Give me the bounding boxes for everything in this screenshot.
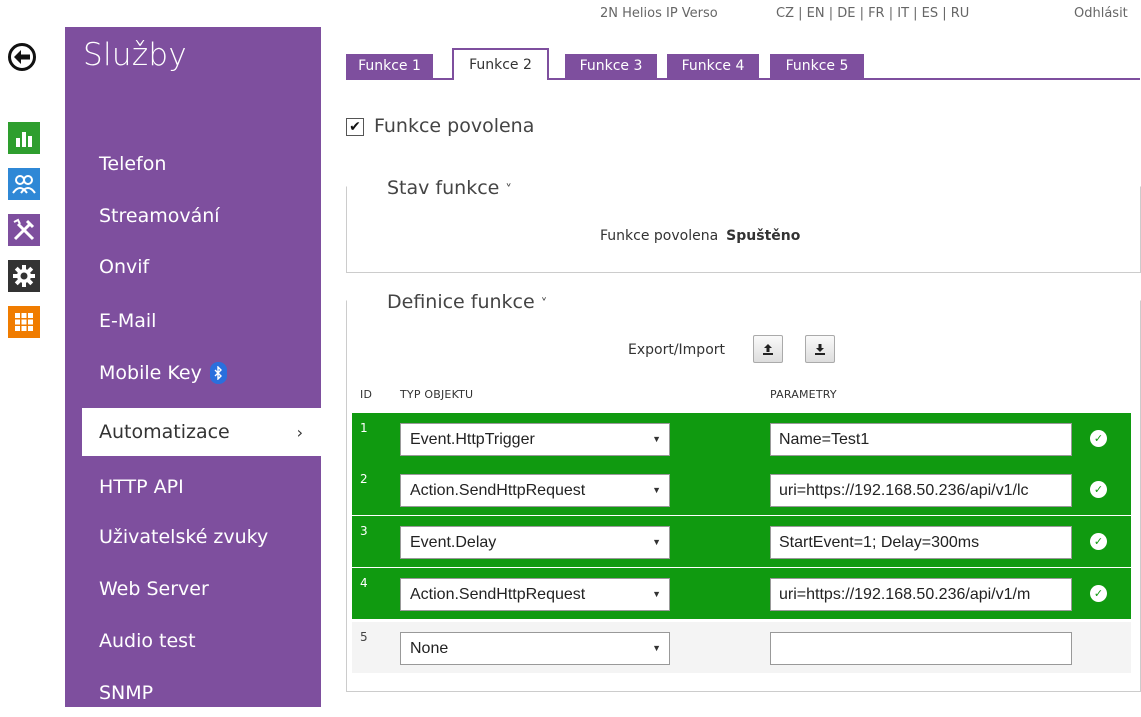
sidebar-item-web-server[interactable]: Web Server [65,565,321,613]
function-enabled-label: Funkce povolena [374,115,535,137]
row-id: 1 [360,421,368,435]
status-section-title[interactable]: Stav funkce ˅ [383,177,516,199]
grid-icon[interactable] [8,306,40,338]
table-row: 4 Action.SendHttpRequest ▼ uri=https://19… [352,568,1131,619]
table-row: 5 None ▼ [352,622,1131,673]
sidebar-item-audio-test[interactable]: Audio test [65,617,321,665]
sidebar-item-telefon[interactable]: Telefon [65,140,321,188]
definition-section-title[interactable]: Definice funkce ˅ [383,291,552,313]
table-row: 2 Action.SendHttpRequest ▼ uri=https://19… [352,464,1131,515]
parameters-input[interactable]: uri=https://192.168.50.236/api/v1/lc [770,474,1072,507]
function-enabled-checkbox[interactable]: ✔ [346,118,364,136]
tools-icon[interactable] [8,214,40,246]
sidebar-item-automatizace[interactable]: Automatizace › [82,408,321,456]
export-import-label: Export/Import [628,342,726,358]
tab-funkce-3[interactable]: Funkce 3 [565,54,657,78]
dropdown-arrow-icon: ▼ [652,485,661,495]
col-header-type: TYP OBJEKTU [400,388,474,401]
language-links[interactable]: CZ | EN | DE | FR | IT | ES | RU [776,6,969,21]
parameters-input[interactable] [770,632,1072,665]
tab-funkce-5[interactable]: Funkce 5 [770,54,864,78]
gear-icon[interactable] [8,260,40,292]
row-id: 3 [360,524,368,538]
object-type-select[interactable]: Action.SendHttpRequest ▼ [400,578,670,611]
tab-funkce-2[interactable]: Funkce 2 [452,48,549,80]
parameters-input[interactable]: Name=Test1 [770,423,1072,456]
dropdown-arrow-icon: ▼ [652,643,661,653]
chevron-right-icon: › [296,422,303,442]
object-type-select[interactable]: Event.Delay ▼ [400,526,670,559]
users-icon[interactable] [8,168,40,200]
sidebar: Služby Telefon Streamování Onvif E-Mail … [65,27,321,707]
chevron-down-icon: ˅ [505,183,512,198]
sidebar-title: Služby [83,37,188,73]
device-name: 2N Helios IP Verso [600,6,718,21]
download-icon [815,344,825,355]
object-type-select[interactable]: Event.HttpTrigger ▼ [400,423,670,456]
dropdown-arrow-icon: ▼ [652,537,661,547]
sidebar-item-mobile-key[interactable]: Mobile Key [65,349,321,397]
sidebar-item-streamovani[interactable]: Streamování [65,192,321,240]
object-type-select[interactable]: Action.SendHttpRequest ▼ [400,474,670,507]
col-header-params: PARAMETRY [770,388,837,401]
sidebar-item-uzivatelske-zvuky[interactable]: Uživatelské zvuky [65,513,321,561]
bar-chart-icon[interactable] [8,122,40,154]
dropdown-arrow-icon: ▼ [652,434,661,444]
bluetooth-icon [209,362,227,384]
logout-link[interactable]: Odhlásit [1074,6,1128,21]
tab-funkce-4[interactable]: Funkce 4 [667,54,759,78]
table-row: 3 Event.Delay ▼ StartEvent=1; Delay=300ms… [352,516,1131,567]
row-id: 2 [360,472,368,486]
check-circle-icon: ✓ [1090,430,1107,447]
sidebar-item-snmp[interactable]: SNMP [65,669,321,717]
tab-funkce-1[interactable]: Funkce 1 [346,54,433,78]
check-circle-icon: ✓ [1090,585,1107,602]
chevron-down-icon: ˅ [540,297,548,312]
icon-rail [0,0,42,707]
row-id: 5 [360,630,368,644]
check-circle-icon: ✓ [1090,533,1107,550]
import-button[interactable] [805,335,835,363]
sidebar-item-email[interactable]: E-Mail [65,297,321,345]
row-id: 4 [360,576,368,590]
table-row: 1 Event.HttpTrigger ▼ Name=Test1 ✓ [352,413,1131,464]
sidebar-item-http-api[interactable]: HTTP API [65,463,321,511]
parameters-input[interactable]: StartEvent=1; Delay=300ms [770,526,1072,559]
status-value: Spuštěno [726,228,801,244]
function-tabs: Funkce 1 Funkce 2 Funkce 3 Funkce 4 Funk… [346,48,1140,80]
check-circle-icon: ✓ [1090,481,1107,498]
object-type-select[interactable]: None ▼ [400,632,670,665]
dropdown-arrow-icon: ▼ [652,589,661,599]
status-line: Funkce povolena Spuštěno [600,228,801,244]
upload-icon [763,344,773,355]
export-button[interactable] [753,335,783,363]
back-arrow-icon[interactable] [8,43,36,71]
sidebar-item-onvif[interactable]: Onvif [65,243,321,291]
col-header-id: ID [360,388,373,401]
parameters-input[interactable]: uri=https://192.168.50.236/api/v1/m [770,578,1072,611]
